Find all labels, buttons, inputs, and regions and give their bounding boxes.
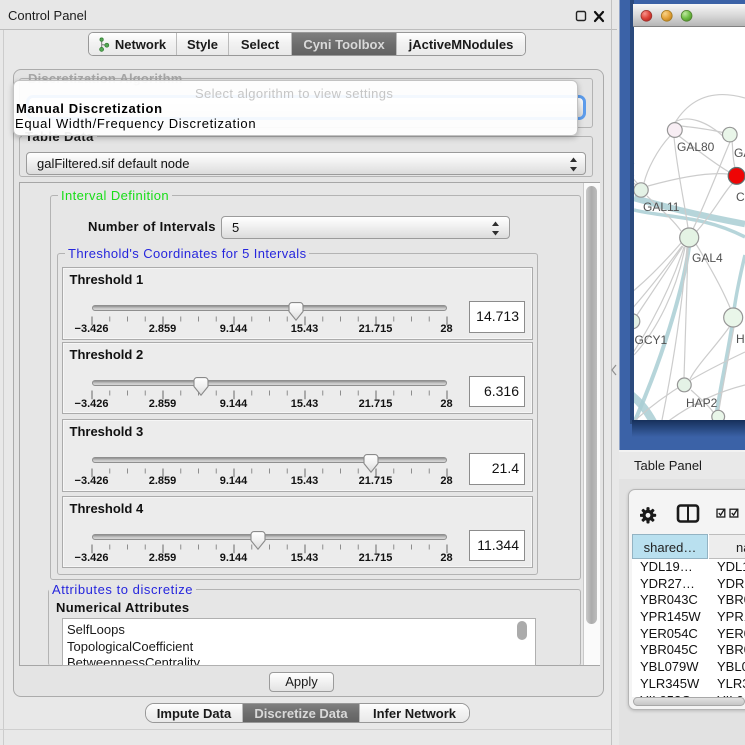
svg-text:GAL4: GAL4 [692, 251, 723, 265]
svg-text:HAP2: HAP2 [686, 396, 718, 410]
svg-text:C: C [736, 190, 745, 204]
svg-text:H: H [736, 332, 745, 346]
svg-text:GA: GA [734, 146, 745, 160]
svg-text:GAL80: GAL80 [677, 140, 715, 154]
svg-text:GCY1: GCY1 [635, 333, 668, 347]
svg-text:GAL11: GAL11 [643, 200, 680, 214]
